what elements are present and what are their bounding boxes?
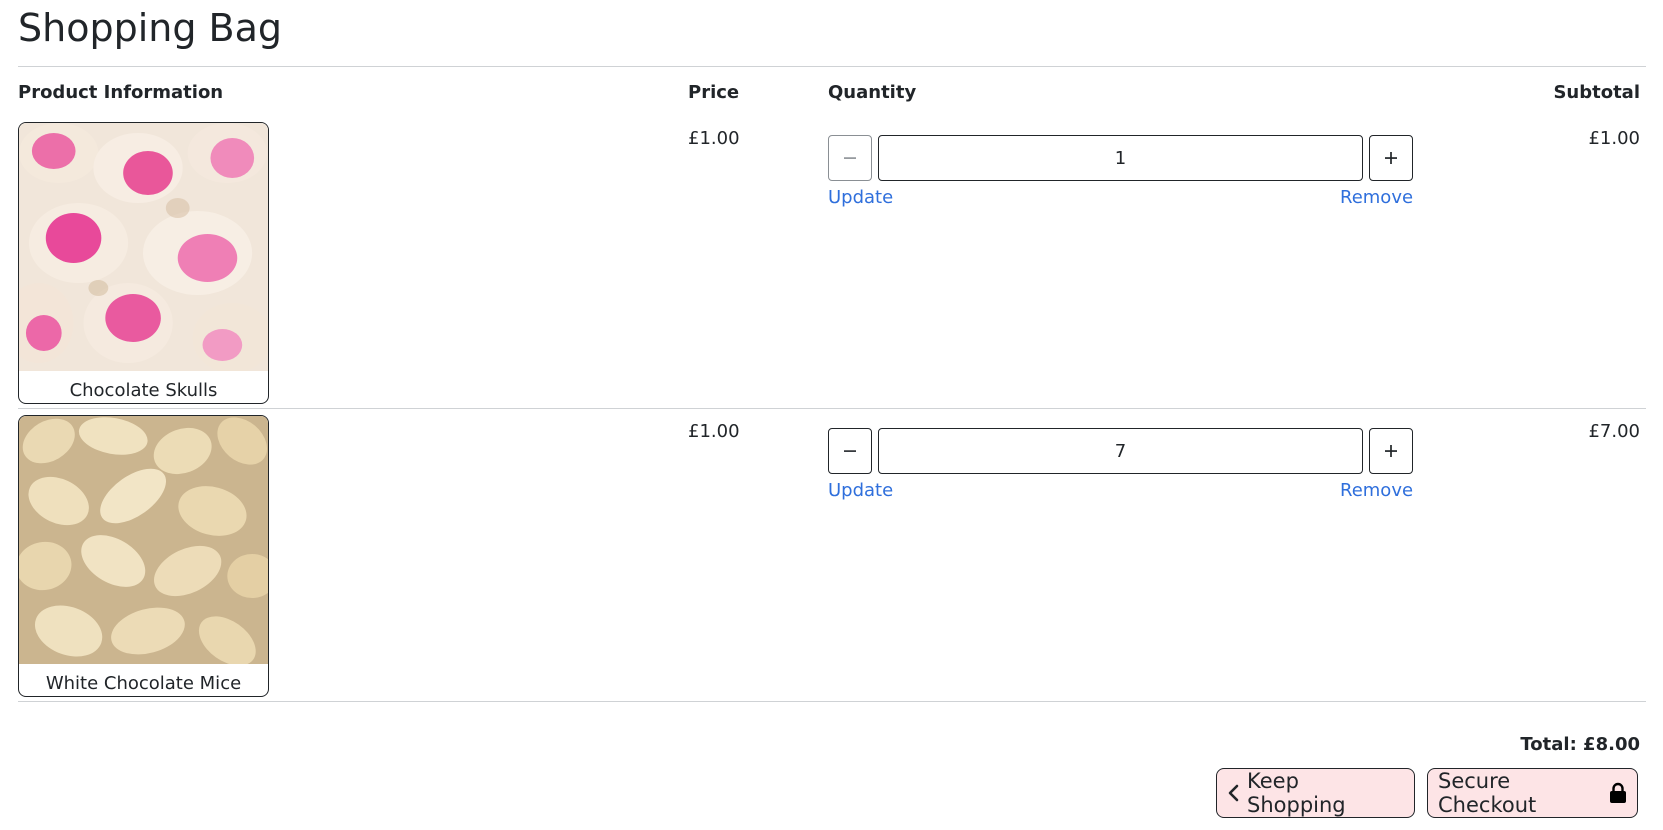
header-product: Product Information [18,82,224,103]
plus-icon [1385,445,1397,457]
remove-link[interactable]: Remove [1340,480,1413,501]
product-card: Chocolate Skulls [18,122,269,404]
quantity-stepper: 1 [828,135,1413,183]
page-title: Shopping Bag [18,6,283,50]
increase-quantity-button[interactable] [1369,135,1413,181]
remove-link[interactable]: Remove [1340,187,1413,208]
subtotal-value: £1.00 [1588,128,1640,149]
header-subtotal: Subtotal [1553,82,1640,103]
product-name: Chocolate Skulls [69,380,218,401]
order-total: Total: £8.00 [1520,734,1640,755]
quantity-stepper: 7 [828,428,1413,476]
decrease-quantity-button[interactable] [828,428,872,474]
update-link[interactable]: Update [828,480,893,501]
minus-icon [844,157,856,159]
product-image [19,416,268,664]
price-value: £1.00 [688,421,740,442]
keep-shopping-button[interactable]: Keep Shopping [1216,768,1415,818]
title-divider [18,66,1646,67]
lock-icon [1609,782,1627,804]
keep-shopping-label: Keep Shopping [1247,769,1346,817]
update-link[interactable]: Update [828,187,893,208]
product-image [19,123,268,371]
plus-icon [1385,152,1397,164]
secure-checkout-label: Secure Checkout [1438,769,1537,817]
quantity-input[interactable]: 7 [878,428,1363,474]
product-name: White Chocolate Mice [45,673,242,694]
header-quantity: Quantity [828,82,917,103]
shopping-bag-page: Shopping Bag Product Information Price Q… [0,0,1663,830]
row-divider [18,701,1646,702]
header-price: Price [688,82,740,103]
minus-icon [844,450,856,452]
decrease-quantity-button[interactable] [828,135,872,181]
increase-quantity-button[interactable] [1369,428,1413,474]
row-divider [18,408,1646,409]
subtotal-value: £7.00 [1588,421,1640,442]
chevron-left-icon [1227,784,1241,802]
price-value: £1.00 [688,128,740,149]
quantity-input[interactable]: 1 [878,135,1363,181]
product-card: White Chocolate Mice [18,415,269,697]
secure-checkout-button[interactable]: Secure Checkout [1427,768,1638,818]
